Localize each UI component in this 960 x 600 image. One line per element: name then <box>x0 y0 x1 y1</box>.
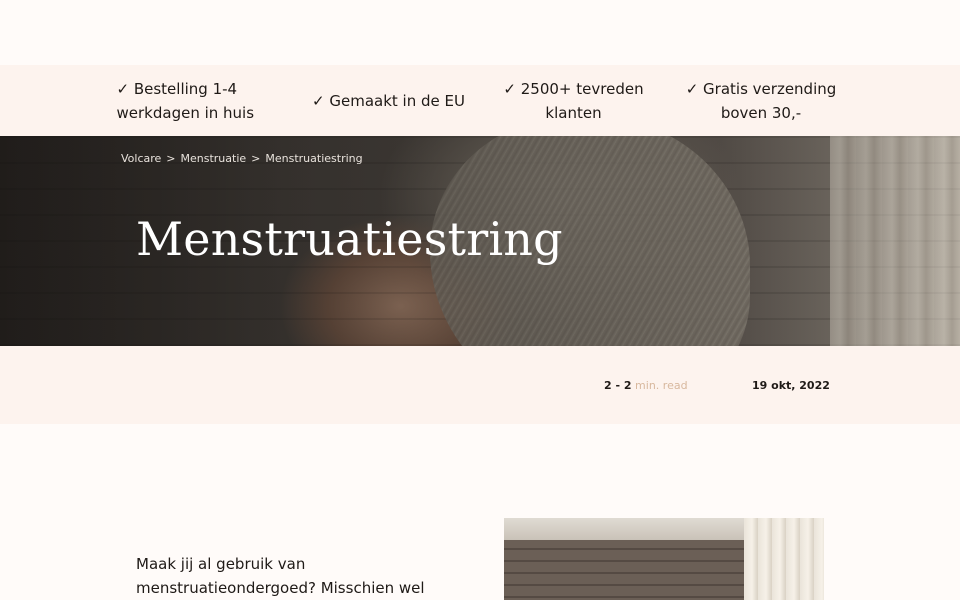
usp-made-in-eu: ✓ Gemaakt in de EU <box>312 91 465 110</box>
breadcrumb: Volcare > Menstruatie > Menstruatiestrin… <box>121 152 363 165</box>
read-time: 2 - 2 min. read <box>604 379 688 392</box>
header-spacer <box>0 0 960 65</box>
article-image <box>504 518 824 600</box>
usp-happy-customers: ✓ 2500+ tevreden klanten <box>503 79 644 122</box>
article-meta-bar: 2 - 2 min. read 19 okt, 2022 <box>0 346 960 424</box>
read-time-unit: min. read <box>635 379 688 392</box>
read-time-value: 2 - 2 <box>604 379 632 392</box>
article-image-window <box>744 518 824 600</box>
publish-date: 19 okt, 2022 <box>752 379 830 392</box>
breadcrumb-category-link[interactable]: Menstruatie <box>181 152 247 165</box>
usp-free-shipping: ✓ Gratis verzending boven 30,- <box>685 79 837 122</box>
article-intro: Maak jij al gebruik van menstruatieonder… <box>136 555 425 597</box>
breadcrumb-current: Menstruatiestring <box>265 152 363 165</box>
hero-banner: Volcare > Menstruatie > Menstruatiestrin… <box>0 136 960 346</box>
article-content: Maak jij al gebruik van menstruatieonder… <box>0 424 960 600</box>
breadcrumb-separator: > <box>166 152 176 165</box>
breadcrumb-home-link[interactable]: Volcare <box>121 152 161 165</box>
usp-bar: ✓ Bestelling 1-4 werkdagen in huis ✓ Gem… <box>0 65 960 136</box>
usp-delivery: ✓ Bestelling 1-4 werkdagen in huis <box>116 79 255 122</box>
breadcrumb-separator: > <box>251 152 261 165</box>
page-title: Menstruatiestring <box>136 212 563 266</box>
